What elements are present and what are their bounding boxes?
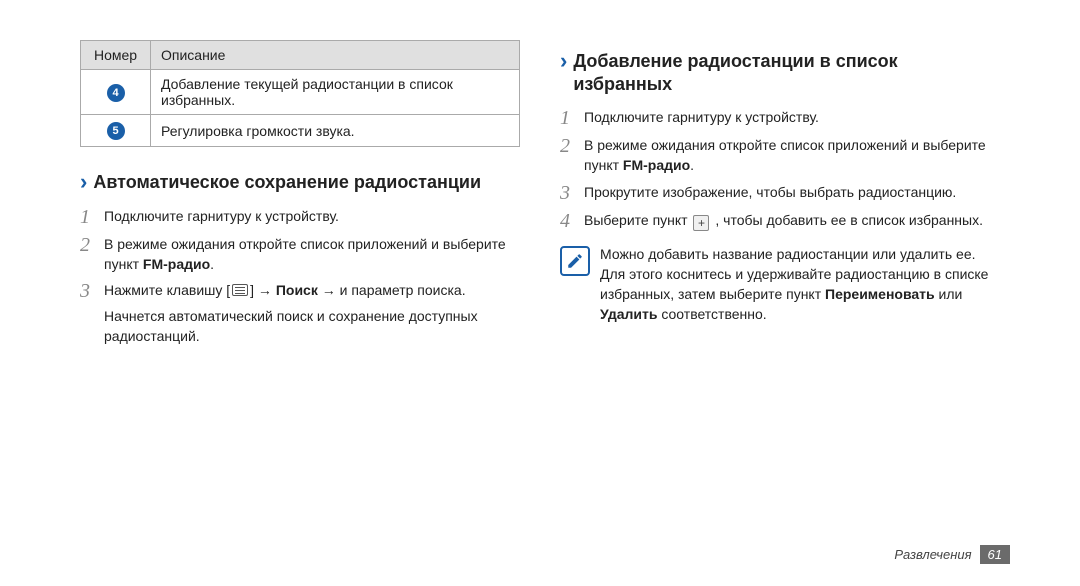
step: Нажмите клавишу [] → Поиск → и параметр … (80, 280, 520, 302)
step-text: Выберите пункт + , чтобы добавить ее в с… (584, 210, 1000, 232)
section-heading-auto-save: › Автоматическое сохранение радиостанции (80, 171, 520, 194)
step-text: Нажмите клавишу [] → Поиск → и параметр … (104, 280, 520, 302)
row-desc: Регулировка громкости звука. (151, 115, 520, 147)
note-box: Можно добавить название радиостанции или… (560, 244, 1000, 325)
page-footer: Развлечения 61 (894, 545, 1010, 564)
table-head-desc: Описание (151, 41, 520, 70)
step: Подключите гарнитуру к устройству. (80, 206, 520, 228)
row-desc: Добавление текущей радиостанции в список… (151, 70, 520, 115)
steps-list-left: Подключите гарнитуру к устройству. В реж… (80, 206, 520, 303)
heading-text: Автоматическое сохранение радиостанции (93, 171, 481, 194)
row-number-badge: 5 (107, 122, 125, 140)
step: Прокрутите изображение, чтобы выбрать ра… (560, 182, 1000, 204)
steps-list-right: Подключите гарнитуру к устройству. В реж… (560, 107, 1000, 232)
table-row: 4 Добавление текущей радиостанции в спис… (81, 70, 520, 115)
pencil-icon (566, 252, 584, 270)
page: Номер Описание 4 Добавление текущей ради… (0, 0, 1080, 586)
section-heading-add-favorite: › Добавление радиостанции в список избра… (560, 50, 1000, 95)
left-column: Номер Описание 4 Добавление текущей ради… (60, 40, 540, 556)
right-column: › Добавление радиостанции в список избра… (540, 40, 1020, 556)
chevron-icon: › (80, 171, 87, 193)
table-row: 5 Регулировка громкости звука. (81, 115, 520, 147)
plus-icon: + (693, 215, 709, 231)
step: Выберите пункт + , чтобы добавить ее в с… (560, 210, 1000, 232)
step: Подключите гарнитуру к устройству. (560, 107, 1000, 129)
note-icon (560, 246, 590, 276)
step: В режиме ожидания откройте список прилож… (560, 135, 1000, 176)
footer-category: Развлечения (894, 547, 971, 562)
continuation-text: Начнется автоматический поиск и сохранен… (104, 306, 520, 347)
step-text: Подключите гарнитуру к устройству. (104, 206, 520, 228)
footer-page-number: 61 (980, 545, 1010, 564)
table-head-number: Номер (81, 41, 151, 70)
heading-text: Добавление радиостанции в список избранн… (573, 50, 1000, 95)
menu-icon (232, 284, 248, 296)
step-text: Прокрутите изображение, чтобы выбрать ра… (584, 182, 1000, 204)
step-text: В режиме ожидания откройте список прилож… (584, 135, 1000, 176)
row-number-badge: 4 (107, 84, 125, 102)
step-text: В режиме ожидания откройте список прилож… (104, 234, 520, 275)
description-table: Номер Описание 4 Добавление текущей ради… (80, 40, 520, 147)
step-text: Подключите гарнитуру к устройству. (584, 107, 1000, 129)
note-text: Можно добавить название радиостанции или… (600, 244, 1000, 325)
chevron-icon: › (560, 50, 567, 72)
step: В режиме ожидания откройте список прилож… (80, 234, 520, 275)
